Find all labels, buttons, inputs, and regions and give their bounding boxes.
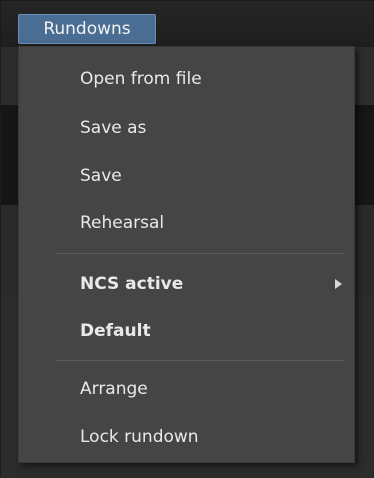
triangle-right-icon [335,279,342,289]
menu-item-open-from-file[interactable]: Open from file [19,57,354,101]
menu-item-save[interactable]: Save [19,154,354,198]
menu-item-label: NCS active [80,274,184,294]
menu-bar: Rundowns [1,1,374,47]
menu-item-rehearsal[interactable]: Rehearsal [19,201,354,245]
menu-separator [55,253,344,254]
menu-item-ncs-active[interactable]: NCS active [19,262,354,306]
menu-item-save-as[interactable]: Save as [19,106,354,150]
menu-separator [55,360,344,361]
menu-item-default[interactable]: Default [19,309,354,353]
rundowns-menu-button[interactable]: Rundowns [18,14,156,44]
rundowns-dropdown-menu: Open from file Save as Save Rehearsal NC… [18,46,355,463]
menu-item-lock-rundown[interactable]: Lock rundown [19,415,354,459]
menu-item-arrange[interactable]: Arrange [19,367,354,411]
